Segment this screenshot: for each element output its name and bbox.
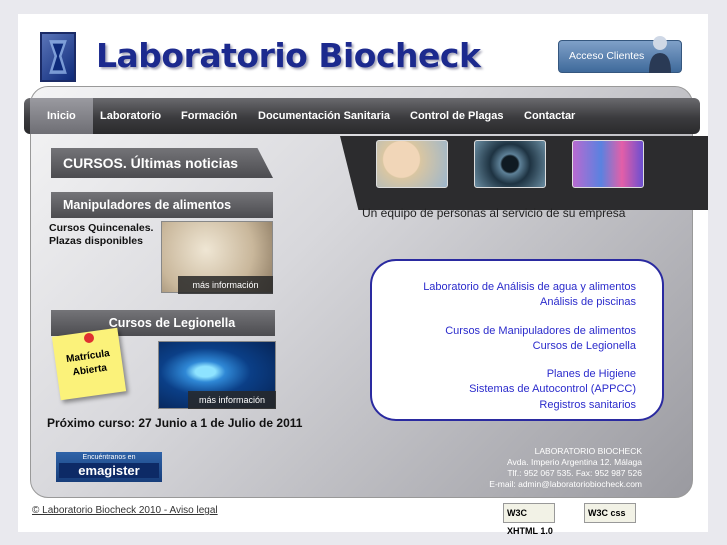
nav-item-laboratorio[interactable]: Laboratorio: [100, 98, 161, 134]
section-cursos-title: CURSOS. Últimas noticias: [51, 148, 273, 178]
copyright-link[interactable]: © Laboratorio Biocheck 2010 - Aviso lega…: [32, 505, 218, 516]
service-link[interactable]: Laboratorio de Análisis de agua y alimen…: [423, 281, 636, 293]
nav-item-control-plagas[interactable]: Control de Plagas: [410, 98, 504, 134]
more-info-link-2[interactable]: más información: [188, 391, 276, 409]
pin-icon: [84, 333, 94, 343]
clients-access-label: Acceso Clientes: [569, 50, 645, 62]
main-nav: Inicio Laboratorio Formación Documentaci…: [24, 98, 700, 134]
lab-photo-1: [376, 140, 448, 188]
address-street: Avda. Imperio Argentina 12. Málaga: [507, 457, 642, 467]
service-link[interactable]: Registros sanitarios: [539, 399, 636, 411]
tagline: Un equipo de personas al servicio de su …: [362, 206, 626, 220]
clients-access-button[interactable]: Acceso Clientes: [558, 36, 682, 73]
w3c-xhtml-badge[interactable]: W3C XHTML 1.0: [503, 503, 555, 536]
emagister-top-text: Encuéntranos en: [82, 454, 136, 461]
service-link[interactable]: Sistemas de Autocontrol (APPCC): [469, 383, 636, 395]
nav-item-documentacion[interactable]: Documentación Sanitaria: [258, 98, 390, 134]
w3c-css-badge[interactable]: W3C css: [584, 503, 636, 523]
service-link[interactable]: Cursos de Legionella: [533, 340, 636, 352]
lab-photo-3: [572, 140, 644, 188]
nav-item-formacion[interactable]: Formación: [181, 98, 237, 134]
service-link[interactable]: Planes de Higiene: [547, 368, 636, 380]
service-link[interactable]: Análisis de piscinas: [540, 296, 636, 308]
nav-item-contactar[interactable]: Contactar: [524, 98, 575, 134]
more-info-link-1[interactable]: más información: [178, 276, 273, 294]
emagister-badge[interactable]: Encuéntranos en emagister: [56, 452, 162, 482]
services-box: Laboratorio de Análisis de agua y alimen…: [370, 259, 664, 421]
site-title[interactable]: Laboratorio Biocheck: [96, 36, 481, 75]
user-icon: [649, 36, 671, 73]
page: Laboratorio Biocheck Acceso Clientes Ini…: [18, 14, 708, 536]
lab-photo-2: [474, 140, 546, 188]
next-course-text: Próximo curso: 27 Junio a 1 de Julio de …: [47, 416, 303, 430]
address-phones: Tlf.: 952 067 535. Fax: 952 987 526: [507, 468, 642, 478]
manipuladores-text: Cursos Quincenales. Plazas disponibles: [49, 222, 154, 247]
address-email[interactable]: E-mail: admin@laboratoriobiocheck.com: [489, 479, 642, 490]
nav-item-inicio[interactable]: Inicio: [30, 98, 93, 134]
service-link[interactable]: Cursos de Manipuladores de alimentos: [445, 325, 636, 337]
address-block: LABORATORIO BIOCHECK Avda. Imperio Argen…: [489, 446, 642, 490]
address-name: LABORATORIO BIOCHECK: [534, 446, 642, 456]
section-manipuladores-title[interactable]: Manipuladores de alimentos: [51, 192, 273, 218]
emagister-brand: emagister: [59, 463, 159, 478]
logo-icon[interactable]: [40, 32, 76, 82]
